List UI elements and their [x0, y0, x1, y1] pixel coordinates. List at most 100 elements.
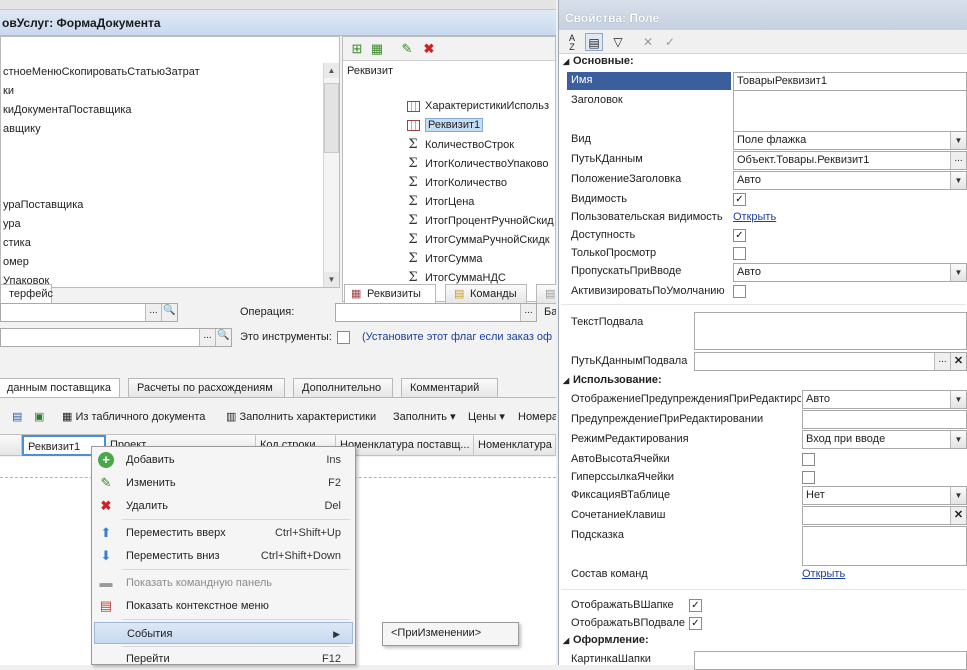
scroll-down-icon[interactable]: ▼ [324, 272, 339, 287]
tree-scrollbar[interactable]: ▲ ▼ [323, 63, 339, 287]
fill-dropdown-button[interactable]: Заполнить ▾ [393, 408, 456, 426]
tab-interface[interactable]: терфейс [0, 284, 53, 304]
tree-item[interactable]: стноеМенюСкопироватьСтатьюЗатрат [3, 63, 200, 82]
add-table-icon[interactable]: ▦ [369, 41, 385, 57]
commands-open-link[interactable]: Открыть [802, 568, 845, 580]
fill-characteristics-button[interactable]: ▥ Заполнить характеристики [226, 408, 376, 426]
tab-supplier-data[interactable]: данным поставщика [0, 378, 120, 398]
tab-discrepancy-calc[interactable]: Расчеты по расхождениям [128, 378, 285, 398]
attribute-item[interactable]: Σ ИтогКоличествоУпаково [405, 154, 548, 173]
tooltip-field[interactable] [802, 526, 967, 566]
cell-hyperlink-checkbox[interactable] [802, 471, 815, 484]
apply-icon[interactable]: ✓ [661, 33, 679, 51]
data-path-field[interactable]: Объект.Товары.Реквизит1... [733, 151, 967, 170]
availability-checkbox[interactable]: ✓ [733, 229, 746, 242]
name-field[interactable]: ТоварыРеквизит1 [733, 72, 967, 91]
table-icon[interactable]: ▤ [12, 408, 22, 426]
activate-default-checkbox[interactable] [733, 285, 746, 298]
tree-item[interactable]: ура [3, 215, 21, 234]
select-button[interactable]: ... [520, 304, 536, 321]
menu-item-move-down[interactable]: ⬇ Переместить вниз Ctrl+Shift+Down [94, 545, 353, 567]
tools-checkbox[interactable] [337, 331, 350, 344]
tree-item[interactable]: киДокументаПоставщика [3, 101, 132, 120]
from-table-doc-button[interactable]: ▦ Из табличного документа [62, 408, 205, 426]
select-button[interactable]: ... [934, 353, 950, 370]
title-position-select[interactable]: Авто ▼ [733, 171, 967, 190]
select-button[interactable]: ... [145, 304, 161, 321]
attribute-item[interactable]: Реквизит1 [405, 116, 484, 135]
operation-field[interactable]: ... [335, 303, 537, 322]
footer-data-path-field[interactable]: ... ✕ [694, 352, 967, 371]
top-left-field[interactable]: ... 🔍 [0, 303, 178, 322]
dropdown-arrow-icon[interactable]: ▼ [950, 391, 966, 408]
header-picture-field[interactable] [694, 651, 967, 670]
attribute-item[interactable]: Σ ИтогЦена [405, 192, 474, 211]
show-in-footer-checkbox[interactable]: ✓ [689, 617, 702, 630]
edit-warning-display-select[interactable]: Авто ▼ [802, 390, 967, 409]
scroll-up-icon[interactable]: ▲ [324, 63, 339, 78]
clear-icon[interactable]: ✕ [950, 353, 966, 370]
section-main[interactable]: ◢ Основные: [563, 55, 634, 67]
menu-item-edit[interactable]: ✎ Изменить F2 [94, 472, 353, 494]
menu-item-move-up[interactable]: ⬆ Переместить вверх Ctrl+Shift+Up [94, 522, 353, 544]
tab-attributes[interactable]: ▦ Реквизиты [344, 284, 436, 304]
attribute-item[interactable]: Σ ИтогСуммаРучнойСкидк [405, 230, 549, 249]
cancel-icon[interactable]: ✕ [639, 33, 657, 51]
kind-select[interactable]: Поле флажка ▼ [733, 131, 967, 150]
scroll-thumb[interactable] [324, 83, 339, 153]
dropdown-arrow-icon[interactable]: ▼ [950, 172, 966, 189]
attribute-item[interactable]: ХарактеристикиИспольз [405, 97, 549, 116]
shortcut-field[interactable]: ✕ [802, 506, 967, 525]
dropdown-arrow-icon[interactable]: ▼ [950, 132, 966, 149]
read-only-checkbox[interactable] [733, 247, 746, 260]
title-field[interactable] [733, 90, 967, 132]
prices-dropdown-button[interactable]: Цены ▾ [468, 408, 505, 426]
middle-left-field[interactable]: ... 🔍 [0, 328, 232, 347]
attribute-item[interactable]: Σ ИтогКоличество [405, 173, 507, 192]
report-icon[interactable]: ▣ [34, 408, 44, 426]
filter-icon[interactable]: ▽ [609, 33, 627, 51]
column-header-nomenclature[interactable]: Номенклатура [474, 435, 556, 456]
show-in-header-checkbox[interactable]: ✓ [689, 599, 702, 612]
menu-item-delete[interactable]: ✖ Удалить Del [94, 495, 353, 517]
search-icon[interactable]: 🔍 [215, 329, 231, 346]
menu-item-events[interactable]: События ▶ [94, 622, 353, 644]
tree-item[interactable]: ураПоставщика [3, 196, 83, 215]
attribute-item[interactable]: Σ ИтогПроцентРучнойСкид [405, 211, 553, 230]
tree-item[interactable]: стика [3, 234, 31, 253]
edit-warning-field[interactable] [802, 410, 967, 429]
tab-other[interactable]: ▤ [536, 284, 556, 304]
tab-commands[interactable]: ▤ Команды [445, 284, 527, 304]
select-button[interactable]: ... [950, 152, 966, 169]
sort-az-icon[interactable]: AZ [563, 33, 581, 52]
menu-item-goto[interactable]: Перейти F12 [94, 648, 353, 670]
search-icon[interactable]: 🔍 [161, 304, 177, 321]
submenu-item-on-change[interactable]: <ПриИзменении> [391, 627, 481, 639]
tree-item[interactable]: омер [3, 253, 29, 272]
auto-cell-height-checkbox[interactable] [802, 453, 815, 466]
skip-on-input-select[interactable]: Авто ▼ [733, 263, 967, 282]
section-usage[interactable]: ◢ Использование: [563, 374, 662, 386]
menu-item-add[interactable]: + Добавить Ins [94, 449, 353, 471]
edit-mode-select[interactable]: Вход при вводе ▼ [802, 430, 967, 449]
add-attribute-icon[interactable]: ⊞ [349, 41, 365, 57]
categorized-icon[interactable]: ▤ [585, 33, 603, 51]
section-design[interactable]: ◢ Оформление: [563, 634, 649, 646]
tree-item[interactable]: ки [3, 82, 14, 101]
dropdown-arrow-icon[interactable]: ▼ [950, 431, 966, 448]
dropdown-arrow-icon[interactable]: ▼ [950, 487, 966, 504]
menu-item-show-context-menu[interactable]: ▤ Показать контекстное меню [94, 595, 353, 617]
attribute-item[interactable]: Σ КоличествоСтрок [405, 135, 514, 154]
visibility-checkbox[interactable]: ✓ [733, 193, 746, 206]
form-elements-tree[interactable]: стноеМенюСкопироватьСтатьюЗатрат ки киДо… [0, 36, 340, 288]
tree-item[interactable]: авщику [3, 120, 41, 139]
footer-text-field[interactable] [694, 312, 967, 350]
edit-icon[interactable]: ✎ [399, 41, 415, 57]
user-visibility-open-link[interactable]: Открыть [733, 211, 776, 223]
delete-icon[interactable]: ✖ [421, 41, 437, 57]
dropdown-arrow-icon[interactable]: ▼ [950, 264, 966, 281]
tab-additional[interactable]: Дополнительно [293, 378, 393, 398]
select-button[interactable]: ... [199, 329, 215, 346]
menu-item-show-command-panel[interactable]: ▬ Показать командную панель [94, 572, 353, 594]
fixing-in-table-select[interactable]: Нет ▼ [802, 486, 967, 505]
